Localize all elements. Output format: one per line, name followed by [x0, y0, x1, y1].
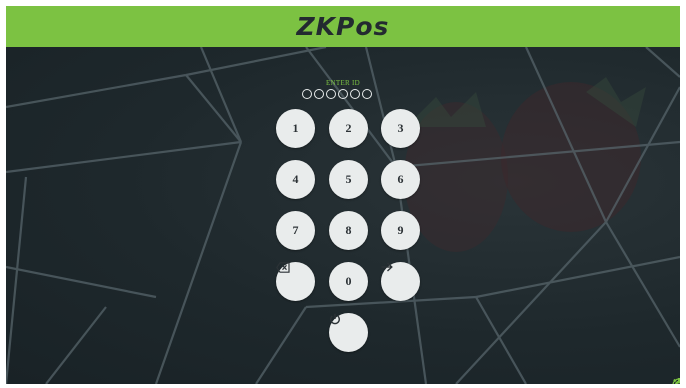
app-logo: ZKPos	[296, 12, 390, 41]
key-3[interactable]: 3	[381, 109, 420, 148]
key-6[interactable]: 6	[381, 160, 420, 199]
pin-dot	[338, 89, 348, 99]
backspace-button[interactable]	[276, 262, 315, 301]
app-window: ZKPos ENTER ID 1 2 3 4 5 6 7 8 9 0	[6, 6, 680, 384]
key-4[interactable]: 4	[276, 160, 315, 199]
key-7[interactable]: 7	[276, 211, 315, 250]
pin-dot	[362, 89, 372, 99]
pin-dot	[350, 89, 360, 99]
key-0[interactable]: 0	[329, 262, 368, 301]
pin-dot	[314, 89, 324, 99]
key-1[interactable]: 1	[276, 109, 315, 148]
enter-button[interactable]	[381, 262, 420, 301]
power-button[interactable]	[329, 313, 368, 352]
pin-indicator	[302, 89, 372, 99]
key-2[interactable]: 2	[329, 109, 368, 148]
key-9[interactable]: 9	[381, 211, 420, 250]
key-8[interactable]: 8	[329, 211, 368, 250]
header-bar: ZKPos	[6, 6, 680, 47]
pin-dot	[326, 89, 336, 99]
background-image: ENTER ID 1 2 3 4 5 6 7 8 9 0	[6, 47, 680, 384]
key-5[interactable]: 5	[329, 160, 368, 199]
pin-dot	[302, 89, 312, 99]
enter-id-label: ENTER ID	[325, 79, 361, 87]
